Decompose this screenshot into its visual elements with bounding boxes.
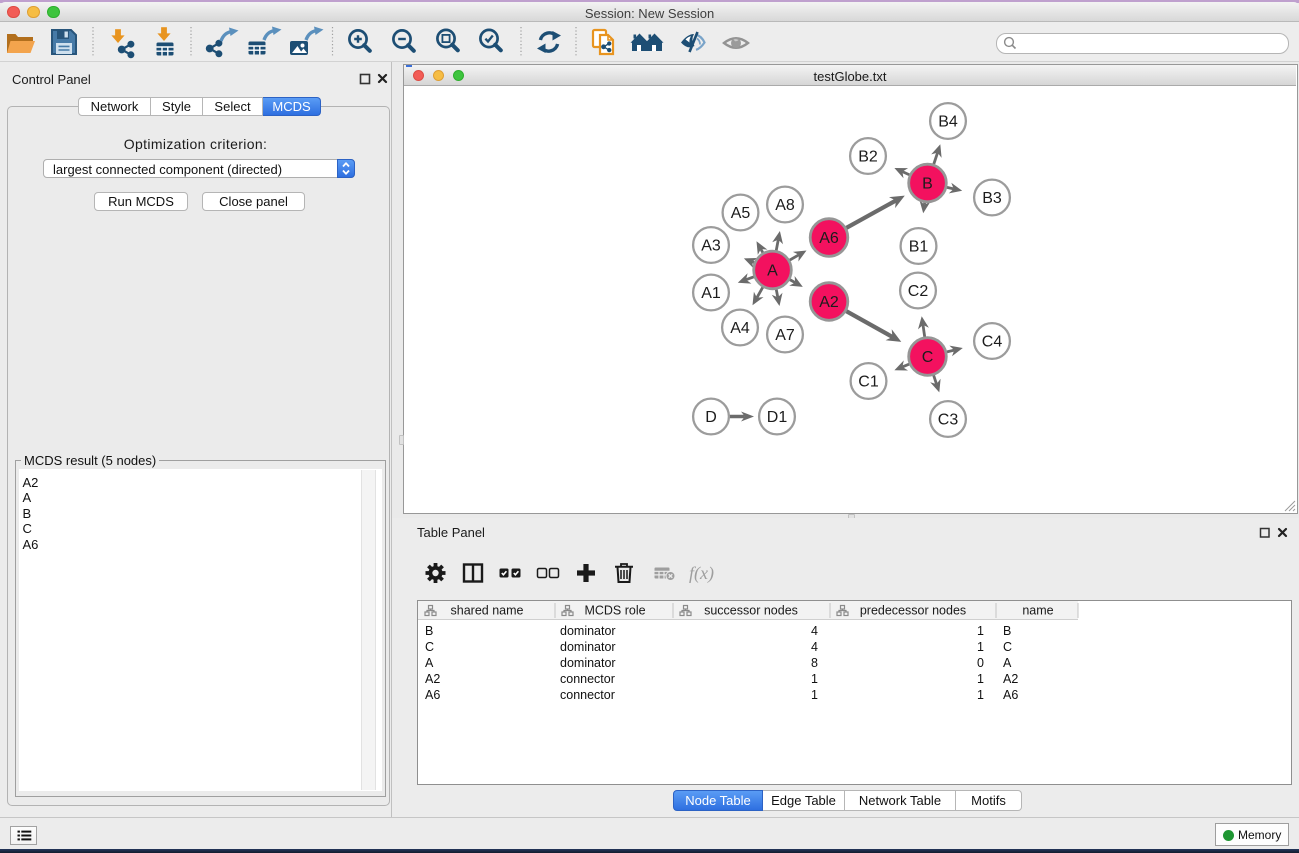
svg-text:1: 1	[811, 688, 818, 702]
svg-text:D1: D1	[766, 409, 787, 426]
svg-text:C2: C2	[907, 283, 928, 300]
svg-text:1: 1	[977, 624, 984, 638]
svg-text:A2: A2	[425, 672, 440, 686]
svg-text:1: 1	[811, 672, 818, 686]
svg-text:connector: connector	[560, 688, 615, 702]
svg-text:4: 4	[811, 640, 818, 654]
svg-text:C: C	[921, 349, 933, 366]
svg-text:A6: A6	[819, 230, 839, 247]
svg-text:0: 0	[977, 656, 984, 670]
svg-text:C: C	[1003, 640, 1012, 654]
svg-text:connector: connector	[560, 672, 615, 686]
svg-text:8: 8	[811, 656, 818, 670]
svg-text:A: A	[425, 656, 434, 670]
svg-text:successor nodes: successor nodes	[704, 603, 798, 617]
svg-text:C3: C3	[937, 412, 958, 429]
svg-text:dominator: dominator	[560, 624, 616, 638]
svg-text:C1: C1	[858, 374, 879, 391]
svg-text:A4: A4	[730, 320, 750, 337]
svg-text:A7: A7	[775, 327, 795, 344]
svg-text:1: 1	[977, 688, 984, 702]
svg-text:B2: B2	[858, 149, 878, 166]
svg-text:1: 1	[977, 640, 984, 654]
svg-text:B: B	[425, 624, 433, 638]
svg-text:A6: A6	[425, 688, 440, 702]
svg-text:A1: A1	[701, 285, 721, 302]
svg-text:A: A	[767, 263, 778, 280]
svg-text:1: 1	[977, 672, 984, 686]
svg-text:A5: A5	[730, 205, 750, 222]
svg-text:B: B	[922, 176, 933, 193]
svg-text:B: B	[1003, 624, 1011, 638]
svg-text:shared name: shared name	[450, 603, 523, 617]
svg-text:A2: A2	[1003, 672, 1018, 686]
svg-text:dominator: dominator	[560, 656, 616, 670]
svg-text:B3: B3	[982, 190, 1002, 207]
svg-text:MCDS role: MCDS role	[584, 603, 645, 617]
svg-text:4: 4	[811, 624, 818, 638]
svg-text:A3: A3	[701, 238, 721, 255]
svg-text:B1: B1	[908, 239, 928, 256]
svg-text:C4: C4	[981, 334, 1002, 351]
svg-text:C: C	[425, 640, 434, 654]
svg-text:A: A	[1003, 656, 1012, 670]
svg-text:B4: B4	[938, 114, 958, 131]
svg-text:D: D	[705, 409, 717, 426]
svg-text:predecessor nodes: predecessor nodes	[859, 603, 965, 617]
svg-text:f(x): f(x)	[689, 563, 714, 584]
svg-text:A2: A2	[819, 294, 839, 311]
svg-text:A6: A6	[1003, 688, 1018, 702]
svg-text:dominator: dominator	[560, 640, 616, 654]
svg-text:name: name	[1022, 603, 1053, 617]
svg-text:A8: A8	[775, 197, 795, 214]
